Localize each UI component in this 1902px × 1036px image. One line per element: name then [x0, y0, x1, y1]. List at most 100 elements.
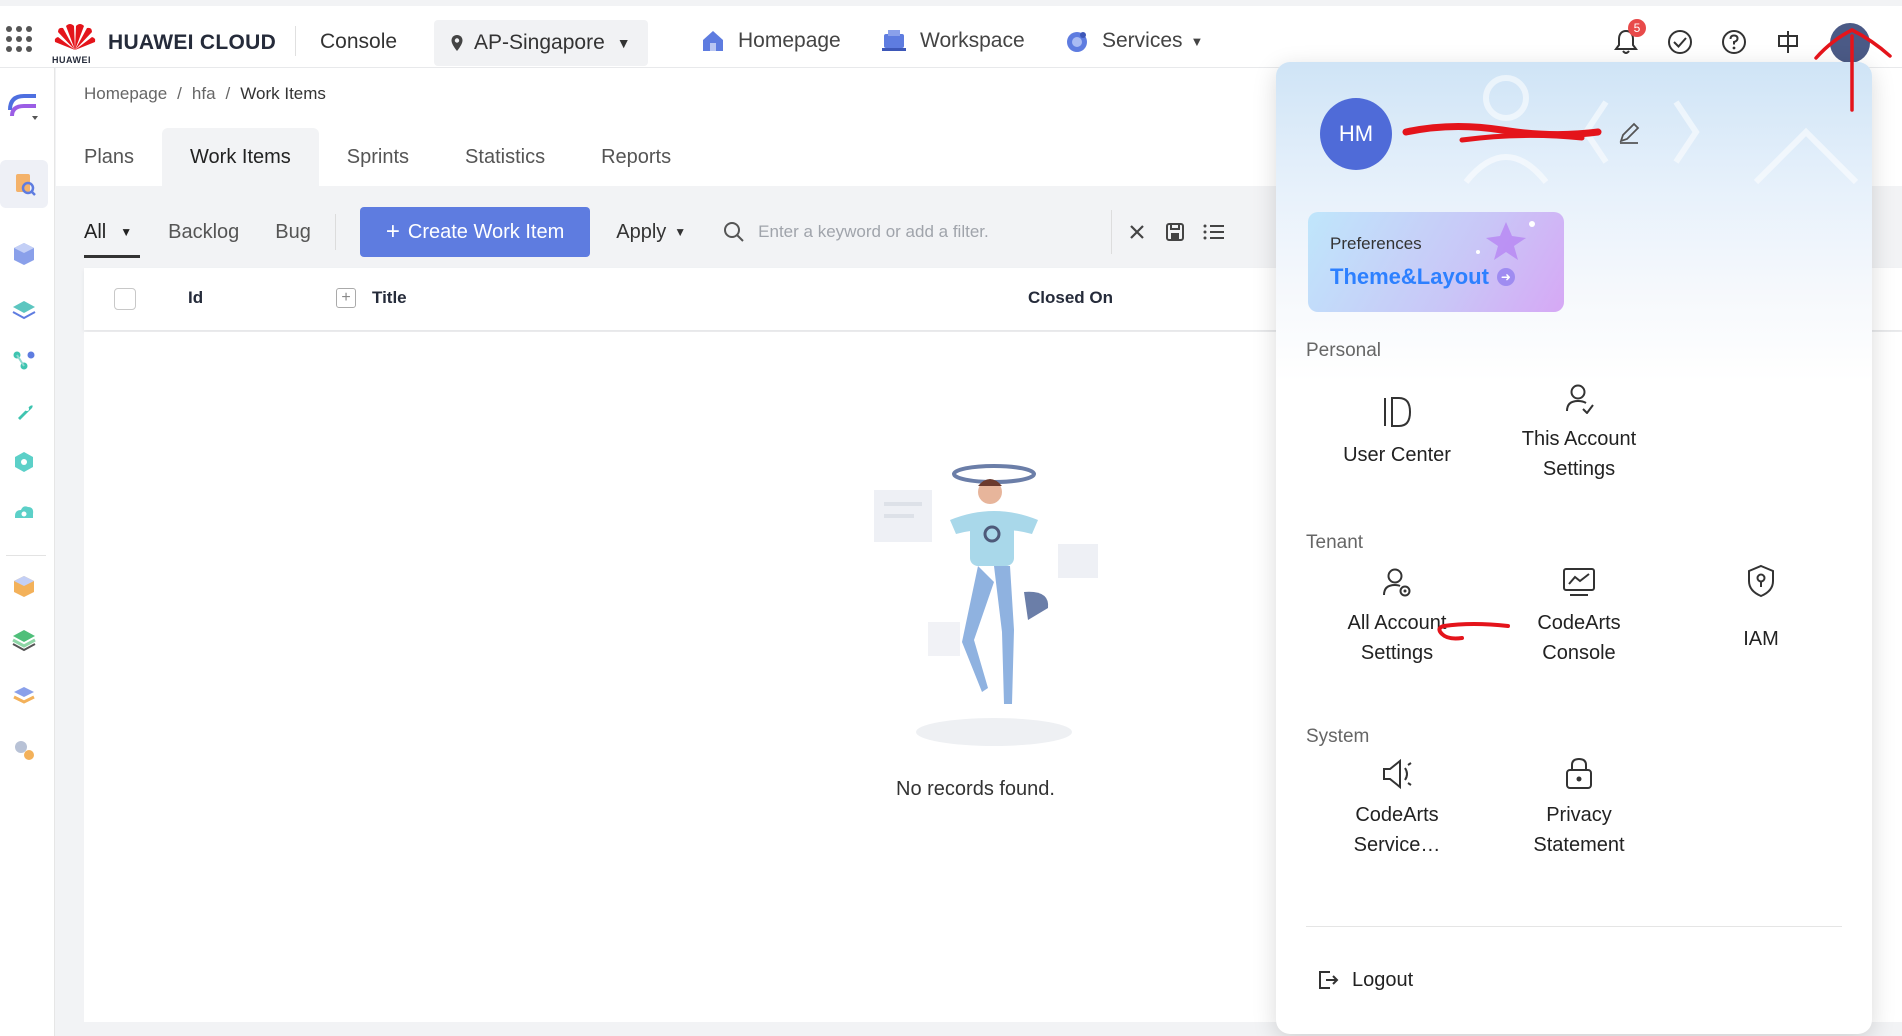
nav-homepage[interactable]: Homepage — [700, 28, 841, 54]
nav-services[interactable]: Services ▼ — [1064, 28, 1203, 54]
menu-all-account-settings[interactable]: All Account Settings — [1322, 564, 1472, 668]
chevron-down-icon: ▼ — [1190, 33, 1204, 49]
breadcrumb-separator: / — [225, 84, 231, 103]
id-icon — [1379, 380, 1415, 430]
filter-all[interactable]: All ▼ — [84, 206, 141, 258]
sidebar-item-deploy[interactable] — [0, 438, 48, 486]
expand-icon[interactable]: + — [336, 288, 356, 308]
left-sidebar — [0, 68, 55, 1036]
logout-label: Logout — [1352, 968, 1414, 991]
gear-icon — [15, 741, 34, 760]
menu-user-center[interactable]: User Center — [1322, 380, 1472, 470]
sidebar-item-pipeline[interactable] — [0, 336, 48, 384]
column-id[interactable]: Id — [188, 288, 203, 308]
sidebar-item-repo[interactable] — [0, 230, 48, 278]
divider — [334, 214, 336, 250]
notification-badge: 5 — [1628, 19, 1646, 37]
sidebar-item-build[interactable] — [0, 388, 48, 436]
create-work-item-label: Create Work Item — [407, 220, 565, 243]
edit-icon[interactable] — [1616, 120, 1642, 146]
menu-codearts-console[interactable]: CodeArts Console — [1504, 564, 1654, 668]
lock-icon — [1564, 756, 1594, 790]
logo-text: HUAWEI — [52, 55, 91, 65]
menu-codearts-service-label: CodeArts Service… — [1353, 804, 1441, 856]
apps-grid-icon[interactable] — [6, 26, 32, 52]
theme-layout-link[interactable]: Theme&Layout ➜ — [1330, 264, 1515, 290]
box-icon — [14, 576, 34, 597]
user-settings-icon — [1563, 380, 1595, 414]
tab-sprints[interactable]: Sprints — [319, 128, 437, 186]
breadcrumb-project[interactable]: hfa — [192, 84, 216, 104]
layers-icon — [12, 301, 36, 320]
filter-bug[interactable]: Bug — [275, 206, 311, 258]
close-icon[interactable] — [1126, 221, 1148, 243]
redacted-name-scribble — [1402, 122, 1602, 143]
menu-codearts-service[interactable]: CodeArts Service… — [1322, 756, 1472, 860]
sidebar-item-settings[interactable] — [0, 726, 48, 774]
section-personal: Personal — [1306, 340, 1381, 361]
task-check-icon[interactable] — [1666, 28, 1694, 56]
arrow-right-icon: ➜ — [1496, 268, 1515, 286]
select-all-checkbox[interactable] — [114, 288, 136, 310]
pipeline-icon — [13, 351, 35, 370]
region-label: AP-Singapore — [474, 31, 605, 54]
apply-dropdown[interactable]: Apply ▼ — [616, 221, 686, 244]
services-icon — [1067, 32, 1087, 52]
nav-workspace-label: Workspace — [920, 29, 1025, 52]
console-link[interactable]: Console — [320, 30, 397, 54]
menu-privacy-statement[interactable]: Privacy Statement — [1504, 756, 1654, 860]
tab-work-items[interactable]: Work Items — [162, 128, 319, 186]
save-icon[interactable] — [1164, 221, 1186, 243]
menu-user-center-label: User Center — [1343, 444, 1451, 466]
tab-bar: Plans Work Items Sprints Statistics Repo… — [56, 128, 699, 186]
search-placeholder: Enter a keyword or add a filter. — [758, 222, 989, 241]
region-selector[interactable]: AP-Singapore ▼ — [434, 20, 648, 66]
sparkle-icon — [1476, 221, 1535, 260]
breadcrumb-homepage[interactable]: Homepage — [84, 84, 167, 104]
stack-icon — [12, 630, 36, 652]
section-system: System — [1306, 726, 1370, 747]
help-icon[interactable] — [1720, 28, 1748, 56]
preferences-card[interactable]: Preferences Theme&Layout ➜ — [1308, 212, 1564, 312]
filter-all-label: All — [84, 220, 107, 243]
tab-reports[interactable]: Reports — [573, 128, 699, 186]
sidebar-item-release[interactable] — [0, 616, 48, 664]
sidebar-item-artifact[interactable] — [0, 562, 48, 610]
sidebar-item-docs[interactable] — [0, 672, 48, 720]
hexagon-icon — [15, 452, 33, 472]
list-icon[interactable] — [1202, 221, 1226, 243]
chevron-down-icon: ▼ — [674, 225, 687, 239]
tab-plans[interactable]: Plans — [56, 128, 162, 186]
user-avatar-button[interactable] — [1830, 23, 1870, 63]
nav-workspace[interactable]: Workspace — [880, 28, 1025, 54]
menu-iam[interactable]: IAM — [1686, 564, 1836, 654]
nav-homepage-label: Homepage — [738, 29, 841, 52]
search-input[interactable]: Enter a keyword or add a filter. — [722, 210, 1113, 254]
divider — [1306, 926, 1842, 927]
logout-button[interactable]: Logout — [1316, 968, 1413, 992]
cube-icon — [14, 243, 34, 265]
filter-backlog[interactable]: Backlog — [168, 206, 239, 258]
sidebar-item-workitems[interactable] — [0, 160, 48, 208]
create-work-item-button[interactable]: + Create Work Item — [359, 207, 591, 257]
nav-services-label: Services — [1102, 29, 1183, 52]
menu-this-account-settings[interactable]: This Account Settings — [1504, 380, 1654, 484]
monitor-chart-icon — [1562, 564, 1596, 598]
preferences-label: Preferences — [1330, 234, 1422, 253]
breadcrumb: Homepage / hfa / Work Items — [84, 84, 326, 104]
tab-statistics[interactable]: Statistics — [437, 128, 573, 186]
language-icon[interactable] — [1774, 28, 1802, 56]
sidebar-item-test[interactable] — [0, 488, 48, 536]
project-switcher-icon[interactable] — [0, 82, 48, 130]
chevron-down-icon: ▼ — [616, 35, 631, 51]
brand-name[interactable]: HUAWEI CLOUD — [108, 31, 276, 55]
column-closed-on[interactable]: Closed On — [1028, 288, 1113, 308]
sidebar-item-check[interactable] — [0, 286, 48, 334]
top-bar: HUAWEI HUAWEI CLOUD Console AP-Singapore… — [0, 6, 1902, 68]
column-title[interactable]: Title — [372, 288, 407, 308]
user-menu-popup: HM Preferences Theme&Layout ➜ Personal U… — [1276, 62, 1872, 1034]
breadcrumb-current: Work Items — [240, 84, 326, 103]
workitems-icon — [16, 174, 36, 196]
docs-icon — [13, 687, 35, 704]
chevron-down-icon: ▼ — [120, 225, 133, 239]
